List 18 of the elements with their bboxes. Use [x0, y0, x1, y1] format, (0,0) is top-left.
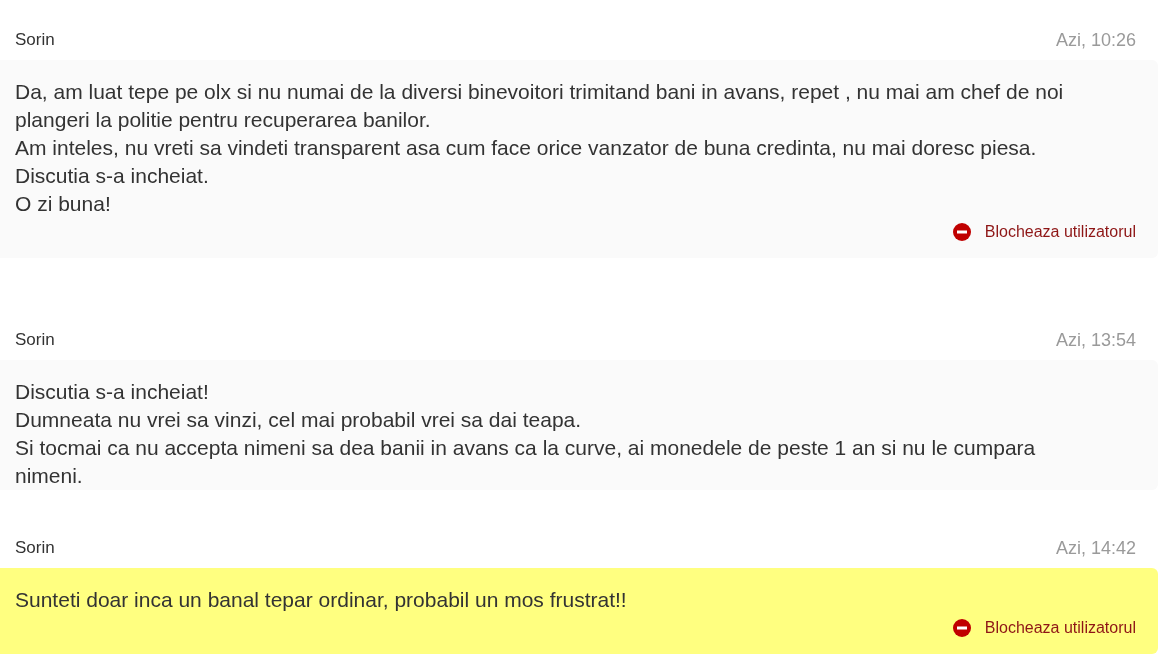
- message-text: Si tocmai ca nu accepta nimeni sa dea banii in avans ca la curve, ai monedele de peste 1 an si nu le cumpara nimeni.: [15, 435, 1037, 489]
- sender-name: Sorin: [15, 538, 55, 558]
- message-time: Azi, 14:42: [1055, 537, 1136, 559]
- message-time: Azi, 10:26: [1055, 29, 1136, 51]
- minus-circle-icon: [952, 619, 971, 637]
- block-user-link[interactable]: Blocheaza utilizatorul: [952, 618, 1136, 638]
- message-time: Azi, 13:54: [1055, 329, 1136, 351]
- message-text: Dumneata nu vrei sa vinzi, cel mai probabil vrei sa dai teapa.: [15, 407, 583, 433]
- message-text: Da, am luat tepe pe olx si nu numai de la diversi binevoitori trimitand bani in avans, repet , nu mai am chef de noi plangeri la politie pentru recuperarea banilor.: [15, 79, 1065, 133]
- sender-name: Sorin: [15, 30, 55, 50]
- message-text: Discutia s-a incheiat.: [15, 163, 210, 189]
- minus-circle-icon: [952, 223, 971, 241]
- sender-name: Sorin: [15, 330, 55, 350]
- message-text: O zi buna!: [15, 191, 112, 217]
- message-text: Discutia s-a incheiat!: [15, 379, 210, 405]
- message-text: Am inteles, nu vreti sa vindeti transparent asa cum face orice vanzator de buna credinta, nu mai doresc piesa.: [15, 135, 1038, 161]
- block-user-link[interactable]: Blocheaza utilizatorul: [952, 222, 1136, 242]
- message-text: Sunteti doar inca un banal tepar ordinar, probabil un mos frustrat!!: [15, 587, 628, 613]
